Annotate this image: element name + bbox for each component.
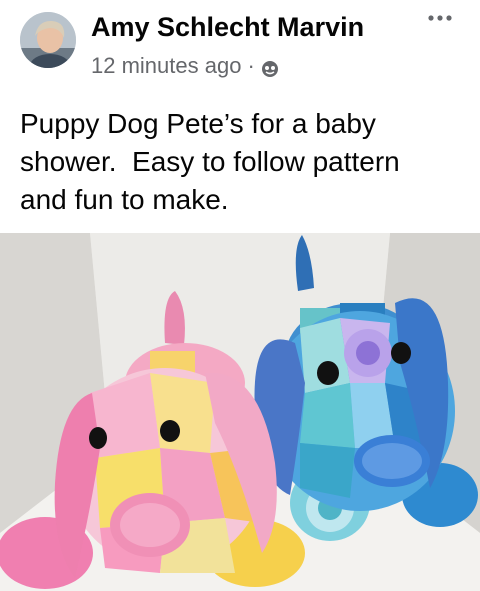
timestamp[interactable]: 12 minutes ago: [91, 53, 241, 79]
avatar-image: [20, 12, 76, 68]
facebook-post: Amy Schlecht Marvin 12 minutes ago · Pup…: [0, 0, 480, 591]
puppy-toys-image: [0, 233, 480, 591]
more-options-icon[interactable]: [425, 8, 455, 28]
post-meta: 12 minutes ago ·: [91, 53, 279, 79]
post-header: Amy Schlecht Marvin 12 minutes ago ·: [0, 0, 480, 90]
post-photo[interactable]: [0, 233, 480, 591]
globe-icon[interactable]: [261, 58, 279, 77]
post-text: Puppy Dog Pete’s for a baby shower. Easy…: [20, 108, 400, 215]
meta-separator: ·: [247, 53, 255, 78]
author-name[interactable]: Amy Schlecht Marvin: [91, 12, 364, 43]
avatar[interactable]: [20, 12, 76, 68]
